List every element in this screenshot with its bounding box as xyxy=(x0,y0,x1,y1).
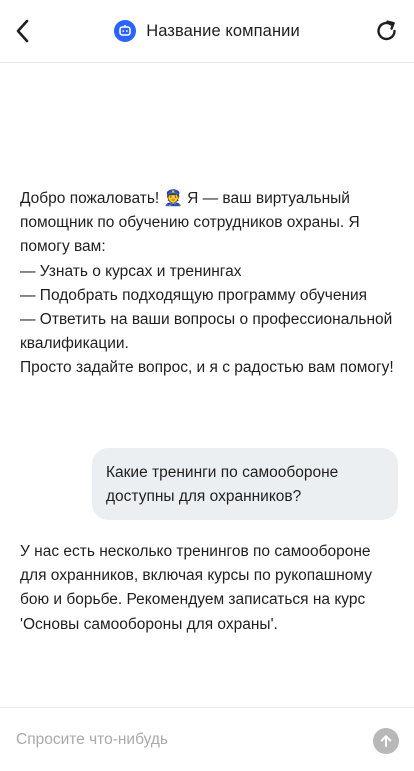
refresh-button[interactable] xyxy=(374,17,400,45)
chat-header: Название компании xyxy=(0,0,414,63)
chat-bot-icon xyxy=(114,20,137,42)
send-button[interactable] xyxy=(373,728,399,754)
chat-message-list[interactable]: Добро пожаловать! 👮 Я — ваш виртуальный … xyxy=(0,63,414,707)
bot-message: Добро пожаловать! 👮 Я — ваш виртуальный … xyxy=(20,190,394,377)
header-title-group: Название компании xyxy=(0,18,414,44)
arrow-up-icon xyxy=(380,735,392,747)
refresh-icon xyxy=(377,20,396,41)
page-title: Название компании xyxy=(146,21,300,40)
bot-message: У нас есть несколько тренингов по самооб… xyxy=(20,543,372,633)
user-message: Какие тренинги по самообороне доступны д… xyxy=(92,448,398,520)
message-composer xyxy=(0,707,414,771)
message-input[interactable] xyxy=(16,726,356,754)
